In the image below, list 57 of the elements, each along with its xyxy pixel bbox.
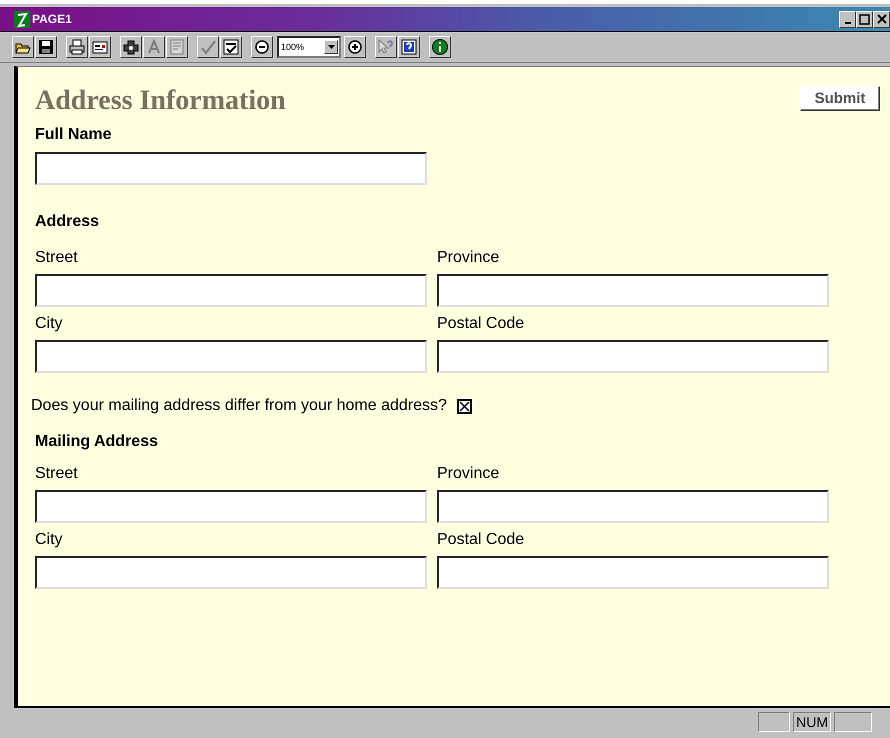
submit-button[interactable]: Submit <box>800 86 880 111</box>
app-logo-icon <box>14 10 30 28</box>
input-field[interactable] <box>35 556 427 589</box>
window-title: PAGE1 <box>32 12 73 26</box>
field-label: Postal Code <box>437 315 526 333</box>
input-field[interactable] <box>437 490 829 523</box>
minus-icon <box>253 38 271 56</box>
puzzle-icon <box>122 38 140 56</box>
checkmark-icon <box>199 38 217 56</box>
toolbar-button[interactable] <box>429 36 451 58</box>
field-label: Street <box>35 465 79 483</box>
toolbar-button[interactable] <box>220 36 242 58</box>
help-cursor-icon <box>377 38 395 56</box>
status-indicator: NUM <box>793 712 831 732</box>
field-label: City <box>35 531 64 549</box>
minimize-icon <box>844 22 850 24</box>
toolbar-button[interactable] <box>12 36 34 58</box>
field-label: Postal Code <box>437 531 526 549</box>
toolbar-button[interactable] <box>251 36 273 58</box>
input-field[interactable] <box>437 274 829 307</box>
input-field[interactable] <box>35 340 427 373</box>
info-icon <box>431 38 449 56</box>
status-panel <box>758 712 790 732</box>
plus-icon <box>346 38 364 56</box>
input-field[interactable] <box>35 274 427 307</box>
toolbar-button[interactable] <box>398 36 420 58</box>
help-icon <box>400 38 418 56</box>
spellcheck-icon <box>222 38 240 56</box>
letter-icon <box>145 38 163 56</box>
input-field[interactable] <box>437 556 829 589</box>
printer-icon <box>68 38 86 56</box>
field-label: City <box>35 315 64 333</box>
section-heading: Address <box>35 213 100 231</box>
document-icon <box>168 38 186 56</box>
minimize-button[interactable] <box>839 10 856 28</box>
toolbar-button[interactable] <box>120 36 142 58</box>
maximize-button[interactable] <box>856 10 873 28</box>
checkbox[interactable] <box>456 398 472 414</box>
toolbar-button[interactable] <box>344 36 366 58</box>
toolbar-button[interactable] <box>66 36 88 58</box>
field-label: Full Name <box>35 126 112 144</box>
maximize-icon <box>859 14 870 24</box>
input-field[interactable] <box>35 152 427 185</box>
input-field[interactable] <box>437 340 829 373</box>
close-button[interactable] <box>873 10 890 28</box>
zoom-dropdown[interactable]: 100% <box>277 36 341 58</box>
question-text: Does your mailing address differ from your home address? <box>31 397 447 415</box>
form-heading: Address Information <box>35 85 286 117</box>
close-icon <box>876 14 886 24</box>
input-field[interactable] <box>35 490 427 523</box>
status-panel <box>834 712 872 732</box>
toolbar-button[interactable] <box>35 36 57 58</box>
toolbar-button[interactable] <box>89 36 111 58</box>
field-label: Province <box>437 465 500 483</box>
field-label: Street <box>35 249 79 267</box>
section-heading: Mailing Address <box>35 433 159 451</box>
field-label: Province <box>437 249 500 267</box>
